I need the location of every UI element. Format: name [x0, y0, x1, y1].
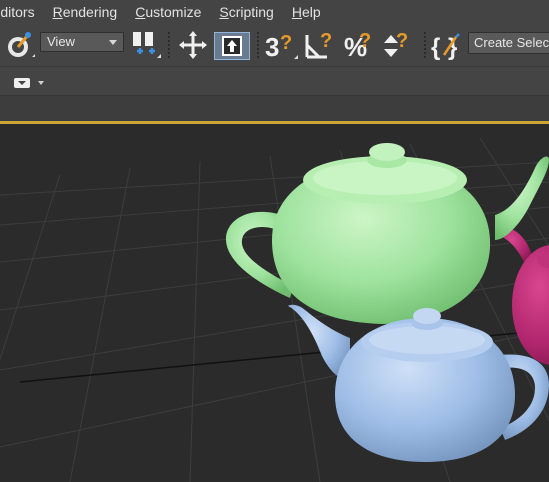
- main-toolbar: View 3 ? ? % ? ? {} Create Selec: [0, 24, 549, 67]
- separator: [424, 32, 426, 58]
- percent-snap-icon[interactable]: % ?: [342, 29, 378, 61]
- svg-text:?: ?: [320, 30, 332, 52]
- menu-editors[interactable]: Editors: [0, 4, 44, 20]
- spinner-snap-icon[interactable]: ?: [381, 29, 417, 61]
- svg-text:3: 3: [265, 32, 279, 61]
- create-selection-set-field[interactable]: Create Selection Set: [468, 32, 549, 54]
- svg-text:{: {: [431, 34, 440, 61]
- edit-named-sets-icon[interactable]: { }: [430, 29, 464, 61]
- svg-text:?: ?: [396, 30, 408, 52]
- paint-select-icon[interactable]: [4, 29, 36, 61]
- select-and-place-icon: [222, 36, 242, 56]
- menu-rendering[interactable]: Rendering: [44, 4, 127, 20]
- move-icon[interactable]: [176, 29, 210, 61]
- menu-help[interactable]: Help: [283, 4, 330, 20]
- viewport-scene: [0, 137, 549, 482]
- svg-text:?: ?: [359, 30, 371, 52]
- ribbon-panel: [0, 95, 549, 122]
- menu-scripting[interactable]: Scripting: [210, 4, 282, 20]
- separator: [168, 32, 170, 58]
- snap-3d-icon[interactable]: 3 ?: [263, 29, 299, 61]
- pivot-icon[interactable]: [128, 29, 162, 61]
- ribbon-bar: [0, 67, 549, 95]
- separator: [257, 32, 259, 58]
- menu-bar: Editors Rendering Customize Scripting He…: [0, 0, 549, 24]
- angle-snap-icon[interactable]: ?: [303, 29, 339, 61]
- menu-customize[interactable]: Customize: [126, 4, 210, 20]
- select-and-place-button[interactable]: [214, 32, 250, 60]
- ribbon-toggle-icon[interactable]: [12, 76, 60, 90]
- teapot-blue: [288, 304, 549, 462]
- perspective-viewport[interactable]: [0, 124, 549, 482]
- svg-text:?: ?: [280, 32, 292, 54]
- teapot-magenta: [500, 227, 549, 365]
- view-dropdown[interactable]: View: [40, 32, 124, 52]
